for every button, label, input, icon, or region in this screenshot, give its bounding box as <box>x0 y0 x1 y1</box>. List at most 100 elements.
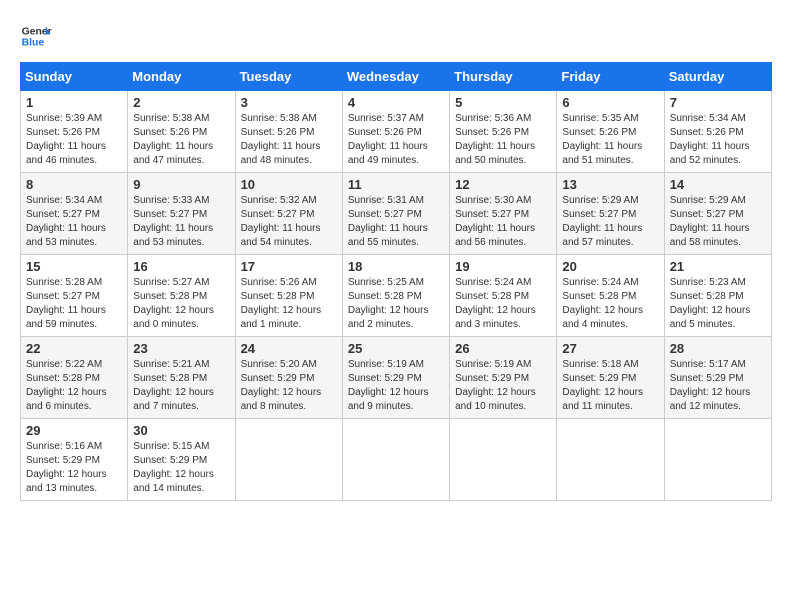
calendar-cell: 13 Sunrise: 5:29 AMSunset: 5:27 PMDaylig… <box>557 173 664 255</box>
calendar-cell <box>342 419 449 501</box>
calendar-table: SundayMondayTuesdayWednesdayThursdayFrid… <box>20 62 772 501</box>
day-info: Sunrise: 5:20 AMSunset: 5:29 PMDaylight:… <box>241 358 337 414</box>
day-number: 3 <box>241 95 337 110</box>
calendar-cell: 24 Sunrise: 5:20 AMSunset: 5:29 PMDaylig… <box>235 337 342 419</box>
calendar-header-row: SundayMondayTuesdayWednesdayThursdayFrid… <box>21 63 772 91</box>
page-header: General Blue <box>20 20 772 52</box>
day-number: 27 <box>562 341 658 356</box>
day-info: Sunrise: 5:38 AMSunset: 5:26 PMDaylight:… <box>133 112 229 168</box>
calendar-cell: 21 Sunrise: 5:23 AMSunset: 5:28 PMDaylig… <box>664 255 771 337</box>
day-number: 9 <box>133 177 229 192</box>
logo-icon: General Blue <box>20 20 52 52</box>
day-number: 15 <box>26 259 122 274</box>
day-info: Sunrise: 5:23 AMSunset: 5:28 PMDaylight:… <box>670 276 766 332</box>
day-number: 30 <box>133 423 229 438</box>
calendar-cell: 16 Sunrise: 5:27 AMSunset: 5:28 PMDaylig… <box>128 255 235 337</box>
day-info: Sunrise: 5:16 AMSunset: 5:29 PMDaylight:… <box>26 440 122 496</box>
day-number: 2 <box>133 95 229 110</box>
day-number: 14 <box>670 177 766 192</box>
day-info: Sunrise: 5:32 AMSunset: 5:27 PMDaylight:… <box>241 194 337 250</box>
day-info: Sunrise: 5:34 AMSunset: 5:27 PMDaylight:… <box>26 194 122 250</box>
day-info: Sunrise: 5:33 AMSunset: 5:27 PMDaylight:… <box>133 194 229 250</box>
day-number: 26 <box>455 341 551 356</box>
calendar-cell: 30 Sunrise: 5:15 AMSunset: 5:29 PMDaylig… <box>128 419 235 501</box>
day-number: 8 <box>26 177 122 192</box>
calendar-week-row: 22 Sunrise: 5:22 AMSunset: 5:28 PMDaylig… <box>21 337 772 419</box>
calendar-cell: 28 Sunrise: 5:17 AMSunset: 5:29 PMDaylig… <box>664 337 771 419</box>
calendar-cell: 7 Sunrise: 5:34 AMSunset: 5:26 PMDayligh… <box>664 91 771 173</box>
svg-text:Blue: Blue <box>22 38 45 49</box>
calendar-cell <box>450 419 557 501</box>
day-info: Sunrise: 5:17 AMSunset: 5:29 PMDaylight:… <box>670 358 766 414</box>
calendar-cell: 11 Sunrise: 5:31 AMSunset: 5:27 PMDaylig… <box>342 173 449 255</box>
col-header-friday: Friday <box>557 63 664 91</box>
calendar-week-row: 8 Sunrise: 5:34 AMSunset: 5:27 PMDayligh… <box>21 173 772 255</box>
logo: General Blue <box>20 20 52 52</box>
calendar-cell <box>557 419 664 501</box>
day-number: 1 <box>26 95 122 110</box>
day-number: 4 <box>348 95 444 110</box>
calendar-cell: 2 Sunrise: 5:38 AMSunset: 5:26 PMDayligh… <box>128 91 235 173</box>
day-number: 29 <box>26 423 122 438</box>
calendar-cell: 17 Sunrise: 5:26 AMSunset: 5:28 PMDaylig… <box>235 255 342 337</box>
day-info: Sunrise: 5:21 AMSunset: 5:28 PMDaylight:… <box>133 358 229 414</box>
col-header-sunday: Sunday <box>21 63 128 91</box>
day-info: Sunrise: 5:37 AMSunset: 5:26 PMDaylight:… <box>348 112 444 168</box>
day-info: Sunrise: 5:29 AMSunset: 5:27 PMDaylight:… <box>562 194 658 250</box>
calendar-cell: 1 Sunrise: 5:39 AMSunset: 5:26 PMDayligh… <box>21 91 128 173</box>
calendar-week-row: 29 Sunrise: 5:16 AMSunset: 5:29 PMDaylig… <box>21 419 772 501</box>
calendar-cell: 20 Sunrise: 5:24 AMSunset: 5:28 PMDaylig… <box>557 255 664 337</box>
col-header-thursday: Thursday <box>450 63 557 91</box>
col-header-tuesday: Tuesday <box>235 63 342 91</box>
calendar-cell: 29 Sunrise: 5:16 AMSunset: 5:29 PMDaylig… <box>21 419 128 501</box>
calendar-cell: 19 Sunrise: 5:24 AMSunset: 5:28 PMDaylig… <box>450 255 557 337</box>
calendar-cell: 25 Sunrise: 5:19 AMSunset: 5:29 PMDaylig… <box>342 337 449 419</box>
day-number: 18 <box>348 259 444 274</box>
day-info: Sunrise: 5:36 AMSunset: 5:26 PMDaylight:… <box>455 112 551 168</box>
calendar-cell: 6 Sunrise: 5:35 AMSunset: 5:26 PMDayligh… <box>557 91 664 173</box>
calendar-cell: 18 Sunrise: 5:25 AMSunset: 5:28 PMDaylig… <box>342 255 449 337</box>
day-number: 6 <box>562 95 658 110</box>
calendar-cell: 5 Sunrise: 5:36 AMSunset: 5:26 PMDayligh… <box>450 91 557 173</box>
day-info: Sunrise: 5:39 AMSunset: 5:26 PMDaylight:… <box>26 112 122 168</box>
day-number: 28 <box>670 341 766 356</box>
day-number: 17 <box>241 259 337 274</box>
col-header-saturday: Saturday <box>664 63 771 91</box>
day-number: 10 <box>241 177 337 192</box>
day-number: 21 <box>670 259 766 274</box>
day-info: Sunrise: 5:19 AMSunset: 5:29 PMDaylight:… <box>348 358 444 414</box>
day-info: Sunrise: 5:27 AMSunset: 5:28 PMDaylight:… <box>133 276 229 332</box>
calendar-cell: 27 Sunrise: 5:18 AMSunset: 5:29 PMDaylig… <box>557 337 664 419</box>
day-number: 24 <box>241 341 337 356</box>
day-info: Sunrise: 5:35 AMSunset: 5:26 PMDaylight:… <box>562 112 658 168</box>
day-info: Sunrise: 5:28 AMSunset: 5:27 PMDaylight:… <box>26 276 122 332</box>
calendar-cell: 10 Sunrise: 5:32 AMSunset: 5:27 PMDaylig… <box>235 173 342 255</box>
day-number: 12 <box>455 177 551 192</box>
day-info: Sunrise: 5:34 AMSunset: 5:26 PMDaylight:… <box>670 112 766 168</box>
calendar-cell: 23 Sunrise: 5:21 AMSunset: 5:28 PMDaylig… <box>128 337 235 419</box>
calendar-week-row: 1 Sunrise: 5:39 AMSunset: 5:26 PMDayligh… <box>21 91 772 173</box>
col-header-monday: Monday <box>128 63 235 91</box>
calendar-cell: 26 Sunrise: 5:19 AMSunset: 5:29 PMDaylig… <box>450 337 557 419</box>
calendar-cell: 4 Sunrise: 5:37 AMSunset: 5:26 PMDayligh… <box>342 91 449 173</box>
day-number: 11 <box>348 177 444 192</box>
calendar-cell: 8 Sunrise: 5:34 AMSunset: 5:27 PMDayligh… <box>21 173 128 255</box>
day-number: 20 <box>562 259 658 274</box>
day-number: 23 <box>133 341 229 356</box>
day-info: Sunrise: 5:25 AMSunset: 5:28 PMDaylight:… <box>348 276 444 332</box>
calendar-cell: 15 Sunrise: 5:28 AMSunset: 5:27 PMDaylig… <box>21 255 128 337</box>
calendar-cell: 3 Sunrise: 5:38 AMSunset: 5:26 PMDayligh… <box>235 91 342 173</box>
day-info: Sunrise: 5:30 AMSunset: 5:27 PMDaylight:… <box>455 194 551 250</box>
day-info: Sunrise: 5:18 AMSunset: 5:29 PMDaylight:… <box>562 358 658 414</box>
day-info: Sunrise: 5:24 AMSunset: 5:28 PMDaylight:… <box>455 276 551 332</box>
day-number: 16 <box>133 259 229 274</box>
calendar-cell <box>235 419 342 501</box>
calendar-cell: 9 Sunrise: 5:33 AMSunset: 5:27 PMDayligh… <box>128 173 235 255</box>
day-info: Sunrise: 5:26 AMSunset: 5:28 PMDaylight:… <box>241 276 337 332</box>
calendar-week-row: 15 Sunrise: 5:28 AMSunset: 5:27 PMDaylig… <box>21 255 772 337</box>
calendar-cell: 22 Sunrise: 5:22 AMSunset: 5:28 PMDaylig… <box>21 337 128 419</box>
day-number: 25 <box>348 341 444 356</box>
day-number: 22 <box>26 341 122 356</box>
day-number: 5 <box>455 95 551 110</box>
day-number: 7 <box>670 95 766 110</box>
